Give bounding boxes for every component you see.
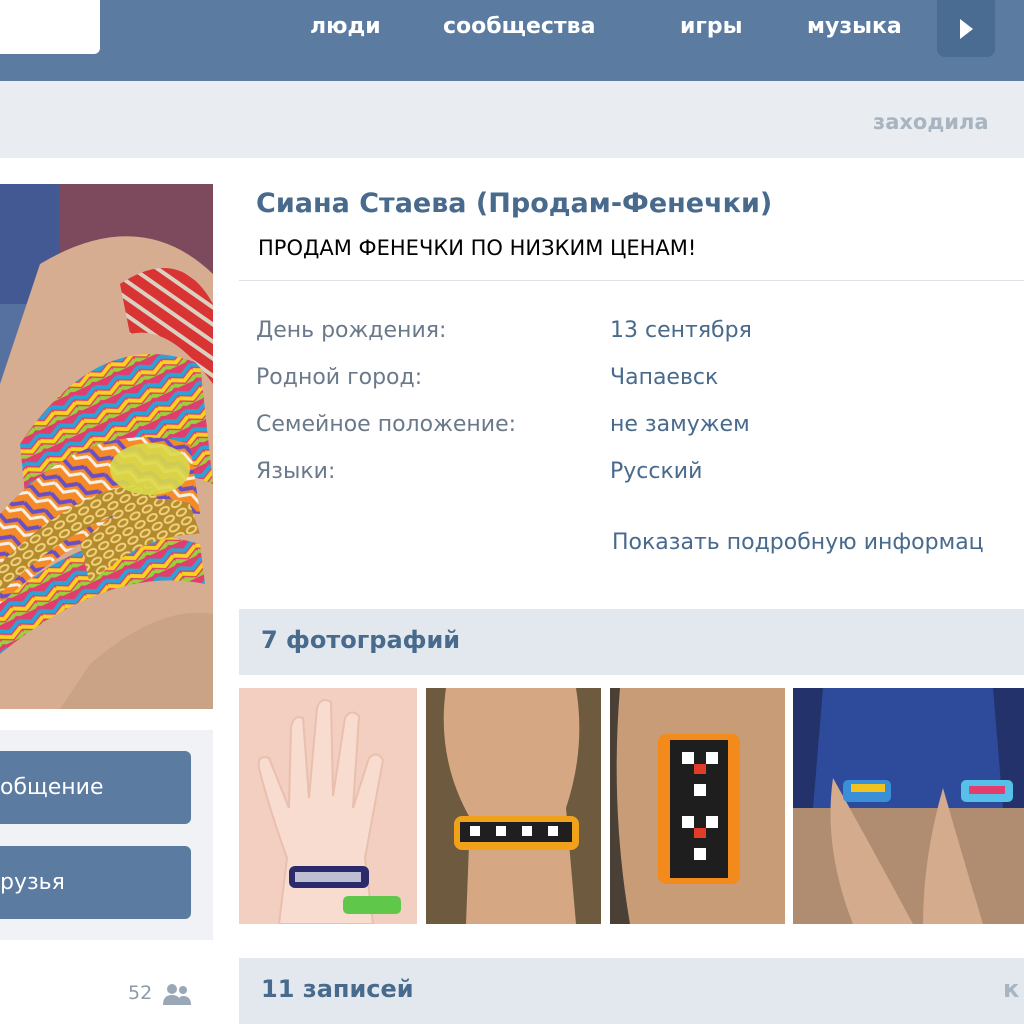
profile-avatar[interactable]	[0, 184, 213, 709]
posts-section-header[interactable]: 11 записей к	[239, 958, 1024, 1024]
photo-thumbnail[interactable]	[793, 688, 1024, 924]
info-value-languages[interactable]: Русский	[610, 459, 702, 484]
info-label-birthday: День рождения:	[256, 318, 447, 343]
posts-section-extra[interactable]: к	[1003, 975, 1019, 1003]
nav-link-people[interactable]: люди	[310, 12, 381, 42]
info-value-birthday[interactable]: 13 сентября	[610, 318, 752, 343]
profile-divider	[239, 280, 1024, 281]
send-message-button[interactable]: общение	[0, 751, 191, 824]
photo-thumbnail[interactable]	[239, 688, 417, 924]
info-value-hometown[interactable]: Чапаевск	[610, 365, 718, 390]
nav-more-button[interactable]	[937, 0, 995, 57]
info-label-languages: Языки:	[256, 459, 336, 484]
photo-thumbnail[interactable]	[426, 688, 601, 924]
search-input[interactable]	[0, 0, 100, 54]
add-friend-label: рузья	[0, 870, 65, 895]
profile-name: Сиана Стаева (Продам-Фенечки)	[256, 188, 773, 219]
photo-thumbnail[interactable]	[610, 688, 785, 924]
profile-status-text: ПРОДАМ ФЕНЕЧКИ ПО НИЗКИМ ЦЕНАМ!	[258, 236, 697, 260]
show-full-info-link[interactable]: Показать подробную информац	[612, 530, 984, 555]
friends-icon	[163, 984, 191, 1005]
info-label-relationship: Семейное положение:	[256, 412, 517, 437]
nav-link-communities[interactable]: сообщества	[443, 12, 595, 42]
send-message-label: общение	[0, 775, 104, 800]
info-value-relationship[interactable]: не замужем	[610, 412, 750, 437]
friends-count[interactable]: 52	[128, 982, 152, 1004]
last-seen-text: заходила	[873, 110, 989, 134]
nav-link-games[interactable]: игры	[680, 12, 743, 42]
photos-section-title: 7 фотографий	[261, 626, 461, 654]
nav-link-music[interactable]: музыка	[807, 12, 902, 42]
add-friend-button[interactable]: рузья	[0, 846, 191, 919]
top-navigation-bar: люди сообщества игры музыка	[0, 0, 1024, 81]
chevron-right-icon	[960, 18, 973, 39]
photos-section-header[interactable]: 7 фотографий	[239, 609, 1024, 675]
profile-status-strip	[0, 81, 1024, 158]
posts-section-title: 11 записей	[261, 975, 414, 1003]
info-label-hometown: Родной город:	[256, 365, 423, 390]
